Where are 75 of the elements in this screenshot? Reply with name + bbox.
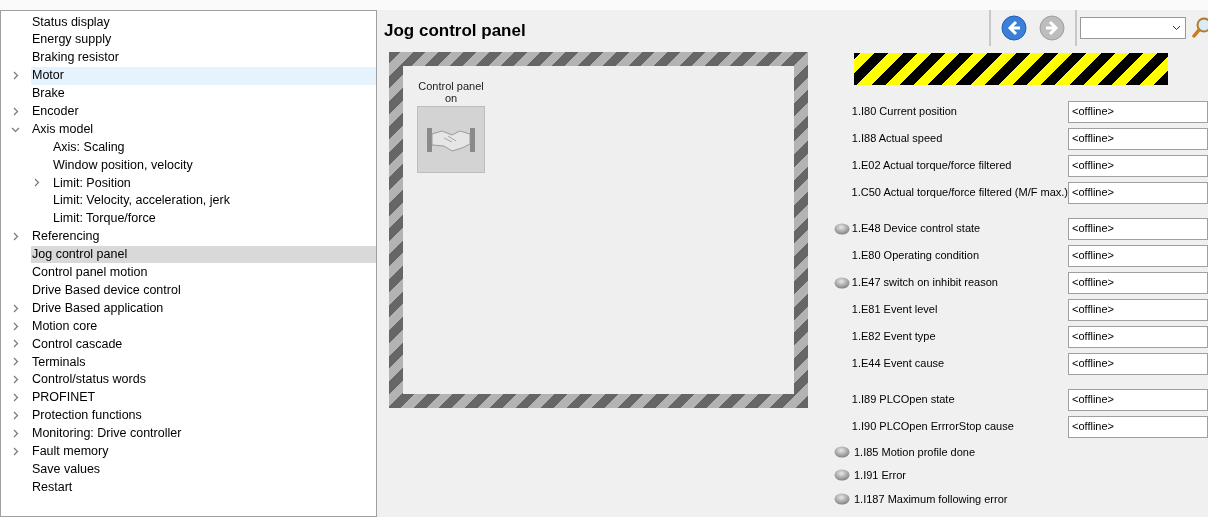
parameter-label: 1.I85 Motion profile done (854, 444, 977, 460)
parameter-label: 1.I91 Error (854, 468, 907, 483)
tree-item[interactable]: Energy supply (31, 30, 376, 49)
parameter-label: 1.I89 PLCOpen state (851, 392, 956, 408)
tree-item[interactable]: Axis model (31, 120, 376, 139)
chevron-right-icon[interactable] (11, 428, 20, 438)
value-field: <offline> (1068, 298, 1208, 321)
tree-item[interactable]: Braking resistor (31, 48, 376, 67)
value-field: <offline> (1068, 271, 1208, 294)
tree-item[interactable]: Control panel motion (31, 263, 376, 282)
tree-item[interactable]: Save values (31, 460, 376, 479)
search-icon[interactable] (1192, 15, 1208, 41)
tree-item[interactable]: Control cascade (31, 335, 376, 353)
tree-item[interactable]: Jog control panel (31, 245, 376, 264)
tree-item[interactable]: Encoder (31, 102, 376, 121)
dropdown-field[interactable] (1080, 17, 1186, 39)
parameter-label: 1.I187 Maximum following error (854, 491, 1009, 507)
tree-item[interactable]: Motion core (31, 317, 376, 336)
tree-item[interactable]: Status display (31, 13, 376, 31)
tree-item[interactable]: Limit: Torque/force (52, 209, 376, 228)
tree-item[interactable]: Window position, velocity (52, 156, 376, 174)
button-caption: Control panel on (417, 80, 485, 104)
chevron-right-icon[interactable] (11, 71, 20, 81)
tree-item[interactable]: Drive Based application (31, 299, 376, 318)
tree-item[interactable]: Restart (31, 478, 376, 497)
chevron-right-icon[interactable] (11, 321, 20, 331)
parameter-label: 1.E81 Event level (851, 302, 939, 318)
parameter-label: 1.E48 Device control state (851, 221, 982, 237)
chevron-right-icon[interactable] (11, 339, 20, 349)
chevron-right-icon[interactable] (11, 375, 20, 385)
chevron-right-icon[interactable] (11, 357, 20, 367)
tree-item[interactable]: Referencing (31, 227, 376, 246)
parameter-label: 1.I80 Current position (851, 104, 958, 120)
parameter-label: 1.E80 Operating condition (851, 248, 980, 264)
tree-item[interactable]: Limit: Velocity, acceleration, jerk (52, 191, 376, 210)
value-field: <offline> (1068, 352, 1208, 375)
caret-icon (1172, 25, 1181, 31)
parameter-label: 1.I90 PLCOpen ErrrorStop cause (851, 419, 1015, 435)
tree-item[interactable]: Brake (31, 84, 376, 103)
parameter-label: 1.E82 Event type (851, 329, 937, 345)
value-field: <offline> (1068, 217, 1208, 240)
chevron-right-icon[interactable] (11, 106, 20, 116)
parameter-label: 1.E44 Event cause (851, 356, 946, 372)
control-panel-button[interactable] (417, 106, 485, 173)
parameter-label: 1.I88 Actual speed (851, 131, 944, 147)
page-title: Jog control panel (384, 20, 527, 43)
tree-item[interactable]: Limit: Position (52, 174, 376, 192)
tree-item[interactable]: Motor (31, 66, 376, 85)
value-field: <offline> (1068, 181, 1208, 204)
parameter-label: 1.E02 Actual torque/force filtered (851, 158, 1013, 174)
chevron-right-icon[interactable] (11, 411, 20, 421)
value-field: <offline> (1068, 244, 1208, 267)
chevron-right-icon[interactable] (11, 446, 20, 456)
handshake-icon (426, 125, 476, 154)
tree-item[interactable]: Axis: Scaling (52, 138, 376, 157)
tree-item[interactable]: Control/status words (31, 370, 376, 389)
value-field: <offline> (1068, 127, 1208, 150)
chevron-right-icon[interactable] (11, 303, 20, 313)
value-field: <offline> (1068, 100, 1208, 123)
value-field: <offline> (1068, 154, 1208, 177)
chevron-right-icon[interactable] (11, 393, 20, 403)
tree-item[interactable]: Protection functions (31, 406, 376, 425)
chevron-right-icon[interactable] (11, 232, 20, 242)
value-field: <offline> (1068, 325, 1208, 348)
value-field: <offline> (1068, 388, 1208, 411)
tree-item[interactable]: Terminals (31, 352, 376, 371)
back-button[interactable] (1001, 15, 1027, 41)
parameter-label: 1.C50 Actual torque/force filtered (M/F max.) (851, 185, 1068, 201)
tree-item[interactable]: PROFINET (31, 388, 376, 407)
tree-item[interactable]: Fault memory (31, 442, 376, 461)
value-field: <offline> (1068, 415, 1208, 438)
parameter-label: 1.E47 switch on inhibit reason (851, 275, 999, 291)
chevron-right-icon[interactable] (32, 178, 41, 188)
tree-item[interactable]: Drive Based device control (31, 281, 376, 300)
tree-item[interactable]: Monitoring: Drive controller (31, 424, 376, 443)
